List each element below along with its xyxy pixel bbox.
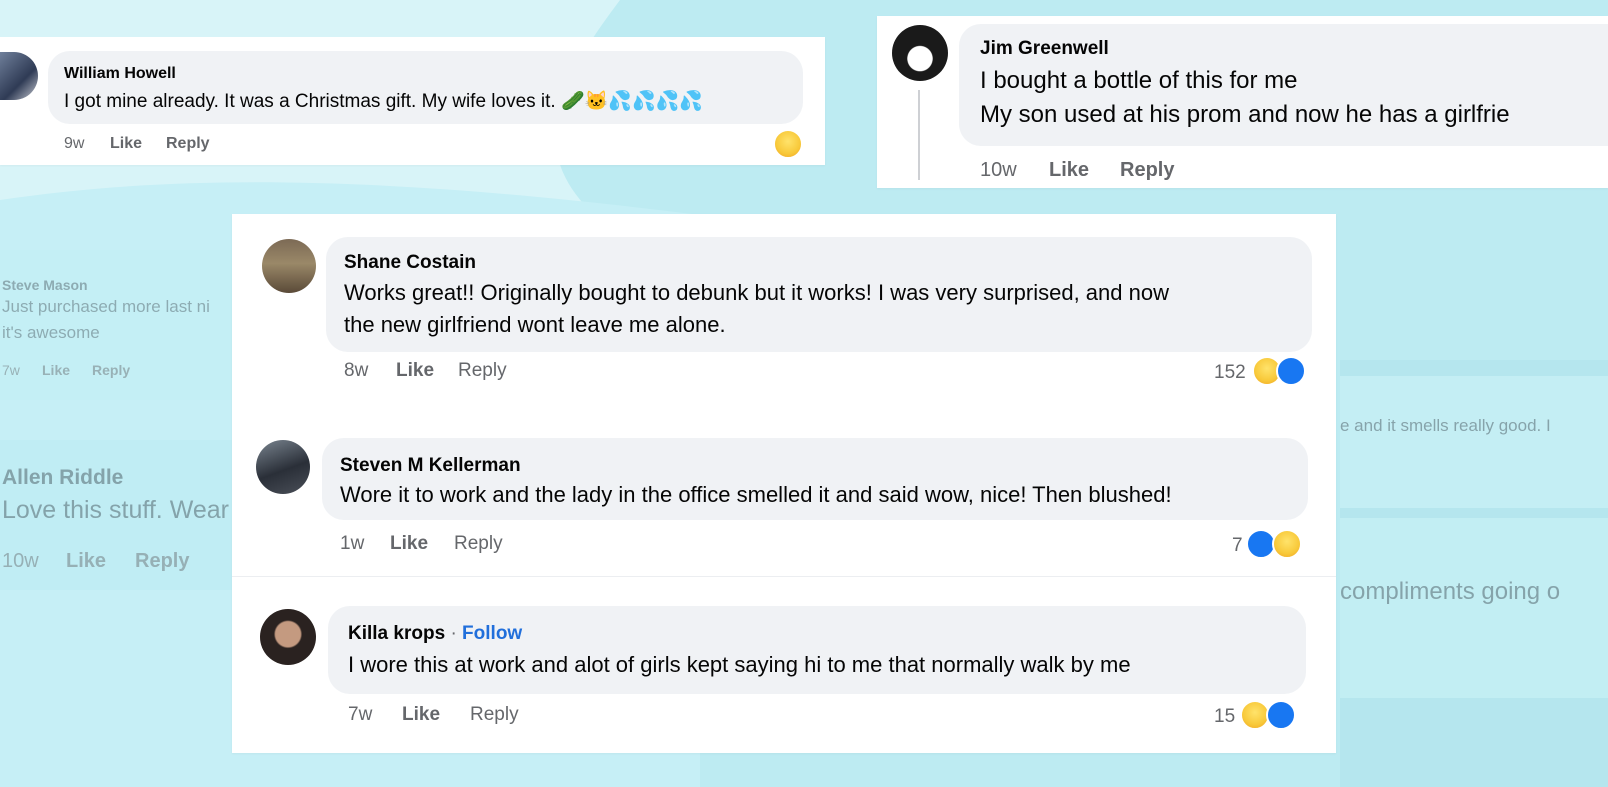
reaction-count[interactable]: 15 — [1214, 706, 1235, 728]
reply-link[interactable]: Reply — [166, 135, 210, 153]
comment-time[interactable]: 9w — [64, 135, 84, 153]
like-reaction-icon[interactable] — [1276, 356, 1306, 386]
comment-time[interactable]: 7w — [348, 704, 372, 726]
comment-time[interactable]: 10w — [980, 159, 1017, 182]
reply-link[interactable]: Reply — [470, 704, 519, 726]
avatar[interactable] — [0, 52, 38, 100]
like-reaction-icon[interactable] — [1266, 700, 1296, 730]
like-link[interactable]: Like — [66, 550, 106, 573]
comment-text: I wore this at work and alot of girls ke… — [348, 652, 1131, 677]
comment-time: 7w — [2, 362, 20, 378]
comment-author: Allen Riddle — [2, 466, 124, 489]
comment-text: I got mine already. It was a Christmas g… — [64, 91, 703, 112]
like-link[interactable]: Like — [390, 533, 428, 555]
like-link[interactable]: Like — [396, 360, 434, 382]
like-link[interactable]: Like — [42, 362, 70, 378]
like-link[interactable]: Like — [1049, 159, 1089, 182]
comment-text: My son used at his prom and now he has a… — [980, 101, 1510, 128]
reply-link[interactable]: Reply — [458, 360, 507, 382]
avatar[interactable] — [892, 25, 948, 81]
thread-line — [918, 90, 920, 180]
separator-dot: · — [450, 623, 457, 644]
comment-bubble — [328, 606, 1306, 694]
reply-link[interactable]: Reply — [454, 533, 503, 555]
haha-reaction-icon[interactable] — [773, 129, 803, 159]
comment-text: compliments going o — [1340, 578, 1561, 605]
comment-author[interactable]: Steven M Kellerman — [340, 455, 521, 477]
comment-bubble — [48, 51, 803, 124]
reply-link[interactable]: Reply — [1120, 159, 1174, 182]
comment-author-row: Killa krops · Follow — [348, 623, 522, 645]
comment-card-jim-greenwell: Jim Greenwell I bought a bottle of this … — [877, 16, 1608, 188]
like-link[interactable]: Like — [402, 704, 440, 726]
comment-text: Love this stuff. Wear — [2, 496, 229, 524]
comment-text: Wore it to work and the lady in the offi… — [340, 482, 1172, 507]
avatar[interactable] — [260, 609, 316, 665]
avatar[interactable] — [262, 239, 316, 293]
divider — [232, 576, 1336, 577]
comment-text: I bought a bottle of this for me — [980, 67, 1298, 94]
comment-text: the new girlfriend wont leave me alone. — [344, 312, 726, 337]
comment-author[interactable]: Killa krops — [348, 623, 445, 644]
comment-text: Just purchased more last ni — [2, 297, 210, 316]
comment-text: it's awesome — [2, 323, 100, 342]
haha-reaction-icon[interactable] — [1272, 529, 1302, 559]
comment-author[interactable]: Jim Greenwell — [980, 38, 1109, 60]
comment-author[interactable]: William Howell — [64, 65, 176, 83]
comment-text: Works great!! Originally bought to debun… — [344, 280, 1169, 305]
follow-button[interactable]: Follow — [462, 623, 522, 644]
comment-time[interactable]: 8w — [344, 360, 368, 382]
comment-time[interactable]: 1w — [340, 533, 364, 555]
reaction-count[interactable]: 152 — [1214, 362, 1246, 384]
reply-link[interactable]: Reply — [92, 362, 130, 378]
avatar[interactable] — [256, 440, 310, 494]
comment-text: e and it smells really good. I — [1340, 416, 1551, 435]
comment-time: 10w — [2, 550, 39, 572]
comment-author[interactable]: Shane Costain — [344, 252, 476, 274]
reaction-count[interactable]: 7 — [1232, 535, 1243, 557]
reply-link[interactable]: Reply — [135, 550, 189, 573]
like-link[interactable]: Like — [110, 135, 142, 153]
comment-card-william-howell: William Howell I got mine already. It wa… — [0, 37, 825, 165]
comments-panel: Shane Costain Works great!! Originally b… — [232, 214, 1336, 753]
comment-author: Steve Mason — [2, 277, 88, 293]
